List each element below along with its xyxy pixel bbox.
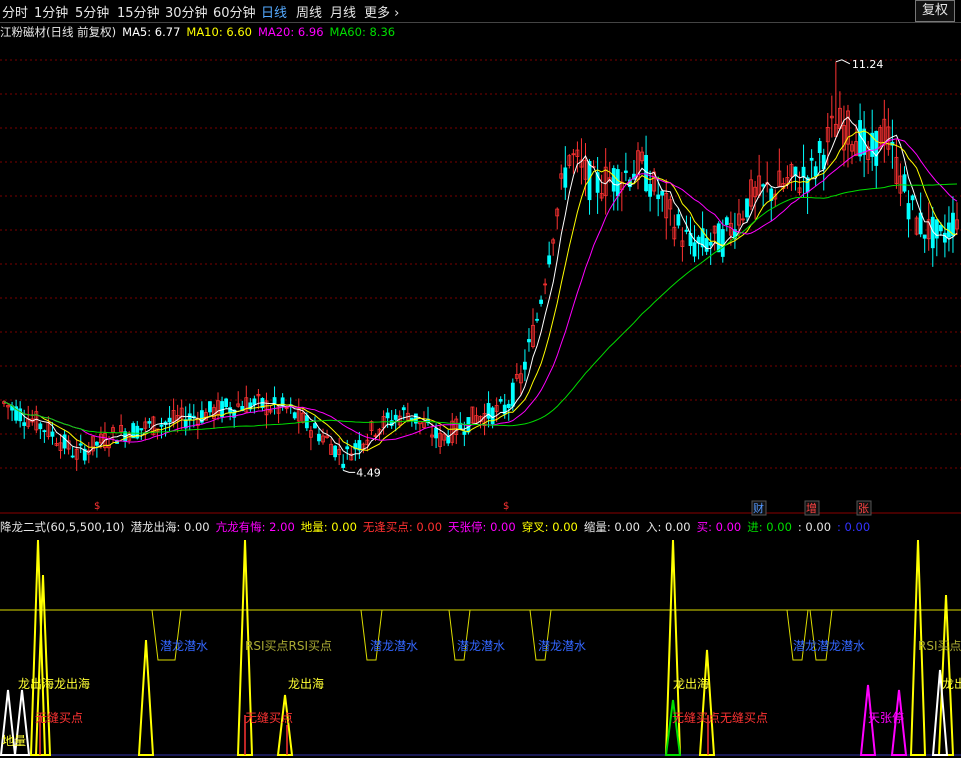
candle-body — [147, 421, 152, 424]
indicator-spike-6 — [698, 649, 716, 756]
candle-body — [761, 184, 766, 187]
candle-body — [317, 433, 321, 442]
candle-body — [70, 455, 75, 458]
candle-body — [716, 223, 721, 253]
candle-body — [498, 399, 503, 402]
indicator-signal-label-14: 天张停 — [868, 710, 904, 725]
candle-body — [656, 194, 661, 200]
indicator-signal-label-6: RSI买点 — [918, 639, 961, 653]
candle-body — [167, 417, 172, 423]
ma-line-20 — [3, 138, 958, 443]
candle-body — [22, 422, 27, 426]
indicator-signal-label-15: 地量 — [2, 734, 26, 748]
candle-body — [547, 255, 552, 265]
indicator-signal-label-9: 龙出海 — [673, 676, 709, 691]
candle-body — [38, 423, 43, 430]
indicator-signal-label-10: 龙出海 — [942, 676, 961, 691]
indicator-signal-label-7: 龙出海龙出海 — [18, 676, 90, 691]
dollar-marker-0: $ — [94, 501, 100, 512]
candle-body — [684, 229, 689, 232]
indicator-signal-label-2: 潜龙潜水 — [370, 639, 418, 653]
candle-body — [942, 232, 947, 243]
candle-body — [648, 184, 653, 197]
candle-body — [745, 198, 749, 218]
candle-body — [50, 431, 55, 437]
candle-body — [611, 168, 616, 192]
candle-body — [292, 412, 297, 419]
candle-body — [446, 436, 451, 444]
candle-body — [345, 446, 350, 450]
candle-body — [563, 167, 568, 188]
candle-body — [78, 443, 83, 446]
candle-body — [333, 445, 338, 458]
candle-body — [910, 195, 915, 201]
candle-body — [813, 166, 818, 177]
candle-body — [918, 212, 923, 235]
candle-body — [951, 212, 955, 237]
indicator-signal-label-11: 无缝买点 — [35, 710, 83, 725]
candle-body — [906, 203, 911, 220]
candle-body — [506, 403, 511, 409]
high-price-label: 11.24 — [852, 58, 884, 71]
candle-body — [809, 157, 814, 161]
candle-body — [938, 224, 943, 232]
dollar-marker-1: $ — [503, 501, 509, 512]
candle-body — [817, 141, 822, 154]
candle-body — [720, 229, 725, 257]
candle-body — [676, 214, 681, 226]
candle-body — [660, 190, 665, 196]
indicator-signal-label-13: 无缝买点无缝买点 — [672, 710, 768, 725]
candle-body — [159, 424, 164, 427]
candle-body — [42, 430, 47, 433]
candle-body — [922, 234, 927, 239]
indicator-spike-2 — [137, 639, 155, 756]
indicator-signal-label-8: 龙出海 — [288, 676, 324, 691]
event-marker-1: 增 — [806, 501, 817, 515]
candle-body — [208, 401, 212, 413]
candle-body — [623, 170, 628, 173]
candle-body — [385, 412, 390, 419]
candle-body — [615, 169, 620, 197]
candle-body — [801, 166, 806, 178]
candle-body — [902, 174, 907, 192]
candle-body — [692, 242, 697, 257]
event-marker-2: 张 — [858, 502, 869, 515]
candle-body — [644, 154, 648, 192]
indicator-signal-label-5: 潜龙潜龙潜水 — [793, 639, 865, 653]
event-marker-0: 财 — [753, 501, 764, 515]
candle-body — [724, 217, 729, 225]
candle-body — [94, 441, 99, 446]
candle-body — [62, 434, 67, 449]
candle-body — [708, 241, 713, 246]
indicator-signal-label-4: 潜龙潜水 — [538, 639, 586, 653]
indicator-signal-label-3: 潜龙潜水 — [457, 639, 505, 653]
indicator-spike-4 — [276, 694, 294, 756]
candle-body — [252, 398, 257, 405]
candle-body — [341, 463, 346, 468]
candle-body — [535, 318, 539, 321]
kline-chart[interactable]: 11.24 4.49 $ $ 财 增 张潜龙潜水 RSI买点RSI买点 潜龙潜水 潜龙潜水 潜龙潜水… — [0, 0, 961, 758]
low-price-label: 4.49 — [356, 466, 381, 479]
low-pointer — [343, 469, 356, 473]
candle-body — [858, 120, 862, 157]
candle-body — [393, 414, 398, 420]
candle-body — [523, 361, 527, 370]
candle-body — [401, 407, 406, 411]
candle-body — [704, 238, 709, 252]
candle-body — [510, 382, 515, 407]
high-pointer — [835, 59, 851, 65]
candle-body — [539, 299, 543, 304]
candle-body — [486, 403, 491, 419]
candle-body — [462, 431, 467, 435]
candle-body — [490, 407, 495, 425]
candle-body — [224, 398, 228, 408]
candle-body — [139, 428, 144, 431]
candle-body — [434, 427, 438, 439]
indicator-signal-label-1: RSI买点RSI买点 — [245, 639, 332, 653]
indicator-signal-label-12: 无缝买点 — [245, 710, 293, 725]
candle-body — [527, 339, 531, 343]
ma-line-60 — [3, 183, 958, 434]
indicator-signal-label-0: 潜龙潜水 — [160, 639, 208, 653]
